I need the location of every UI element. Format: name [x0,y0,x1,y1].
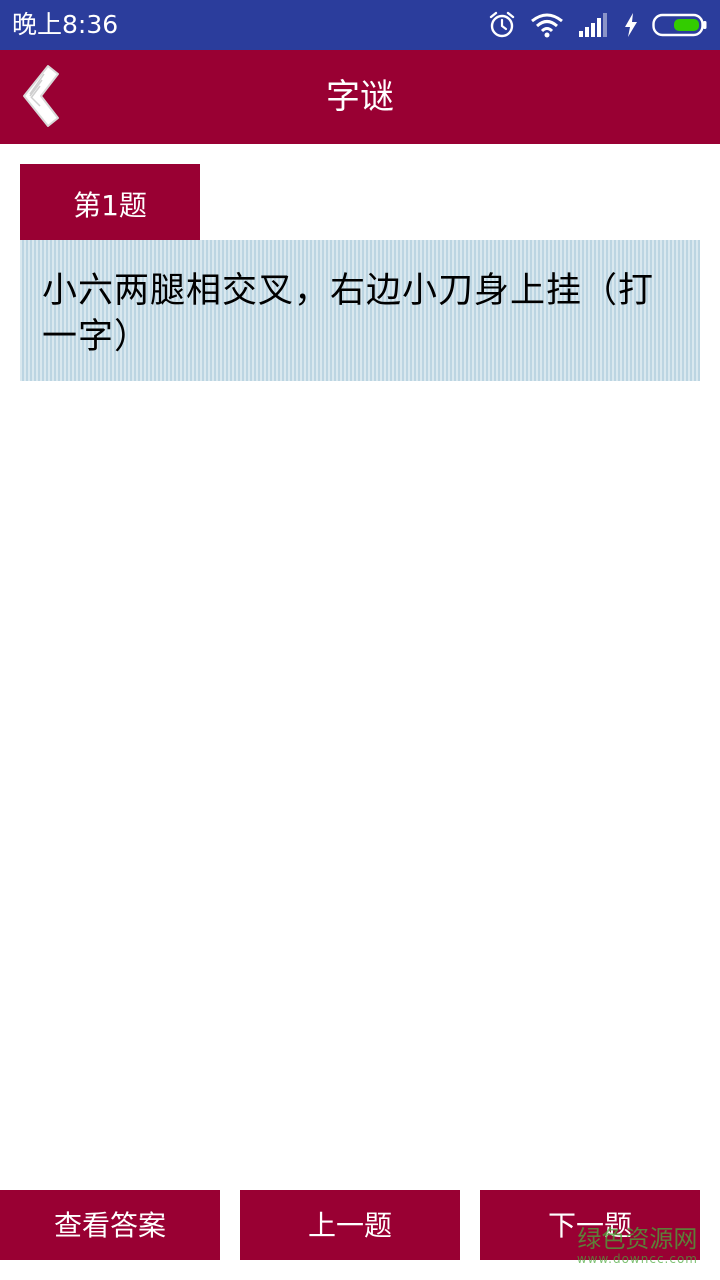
question-box: 小六两腿相交叉，右边小刀身上挂（打一字） [20,240,700,381]
back-button[interactable] [14,60,78,134]
app-bar: 字谜 [0,50,720,144]
battery-icon [652,13,708,37]
charging-icon [624,13,638,37]
show-answer-button[interactable]: 查看答案 [0,1190,220,1260]
question-text: 小六两腿相交叉，右边小刀身上挂（打一字） [42,271,655,357]
status-time: 晚上8:36 [12,10,119,39]
status-bar: 晚上8:36 [0,0,720,50]
alarm-icon [488,11,516,39]
status-icons [488,8,708,42]
wifi-icon [530,12,564,38]
next-question-button[interactable]: 下一题 [480,1190,700,1260]
question-number-tab: 第1题 [20,164,200,240]
signal-icon [578,13,610,37]
page-title: 字谜 [326,77,394,117]
previous-question-button[interactable]: 上一题 [240,1190,460,1260]
chevron-left-icon [14,65,78,138]
